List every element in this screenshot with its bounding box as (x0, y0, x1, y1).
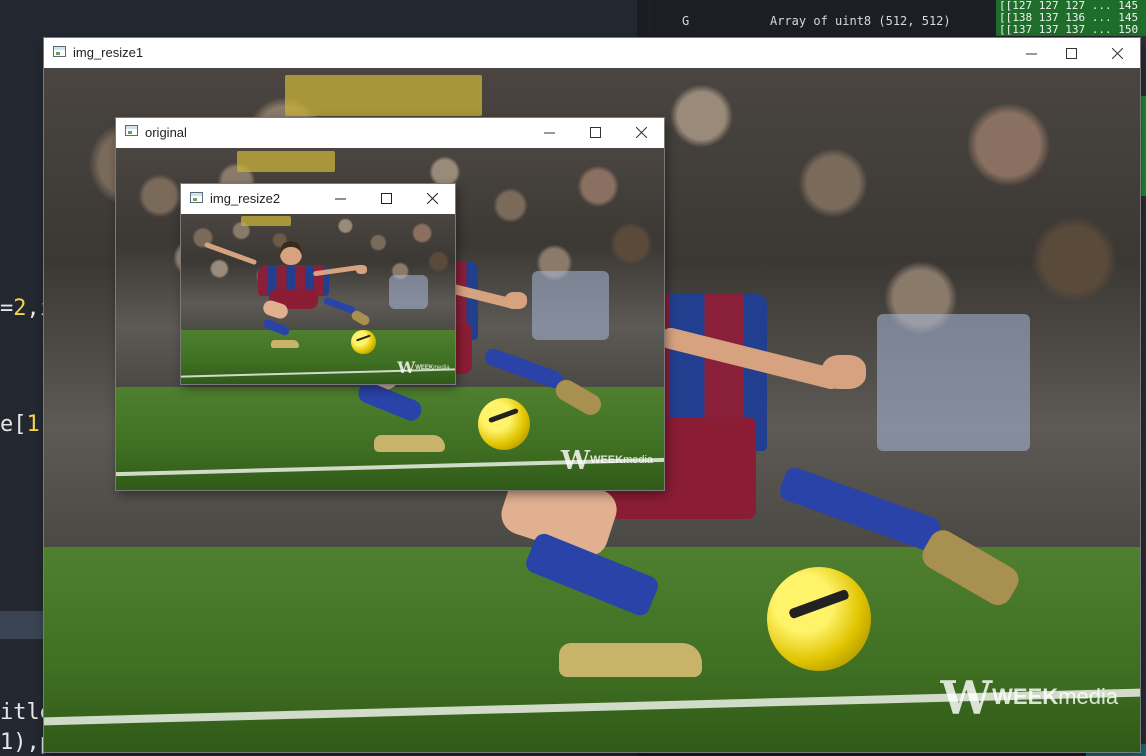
soccer-photo: WWEEKmedia (181, 214, 455, 384)
window-title: img_resize1 (73, 45, 144, 60)
app-window-icon (125, 125, 138, 136)
window-title: original (145, 125, 187, 140)
variable-row[interactable]: G Array of uint8 (512, 512) (676, 8, 996, 34)
maximize-icon[interactable] (1054, 41, 1088, 65)
watermark-logo: WWEEKmedia (397, 358, 450, 378)
minimize-icon[interactable] (323, 186, 357, 210)
variable-name: G (682, 14, 690, 28)
editor-current-line-highlight (0, 611, 44, 639)
window-titlebar[interactable]: original (116, 118, 664, 148)
watermark-logo: WWEEKmedia (560, 446, 654, 477)
window-titlebar[interactable]: img_resize1 (44, 38, 1140, 68)
close-icon[interactable] (415, 186, 449, 210)
variable-value[interactable]: [[127 127 127 ... 145 [[138 137 136 ... 1… (996, 0, 1146, 36)
maximize-icon[interactable] (578, 120, 612, 144)
watermark-logo: WWEEKmedia (940, 670, 1119, 725)
app-window-icon (53, 46, 66, 57)
variable-type: Array of uint8 (512, 512) (770, 14, 951, 28)
close-icon[interactable] (624, 120, 658, 144)
image-window-img-resize2[interactable]: img_resize2 WWEEKmedia (181, 184, 455, 384)
maximize-icon[interactable] (369, 186, 403, 210)
minimize-icon[interactable] (1014, 41, 1048, 65)
close-icon[interactable] (1100, 41, 1134, 65)
image-canvas[interactable]: WWEEKmedia (181, 214, 455, 384)
app-window-icon (190, 192, 203, 203)
window-title: img_resize2 (210, 191, 281, 206)
minimize-icon[interactable] (532, 120, 566, 144)
window-titlebar[interactable]: img_resize2 (181, 184, 455, 214)
